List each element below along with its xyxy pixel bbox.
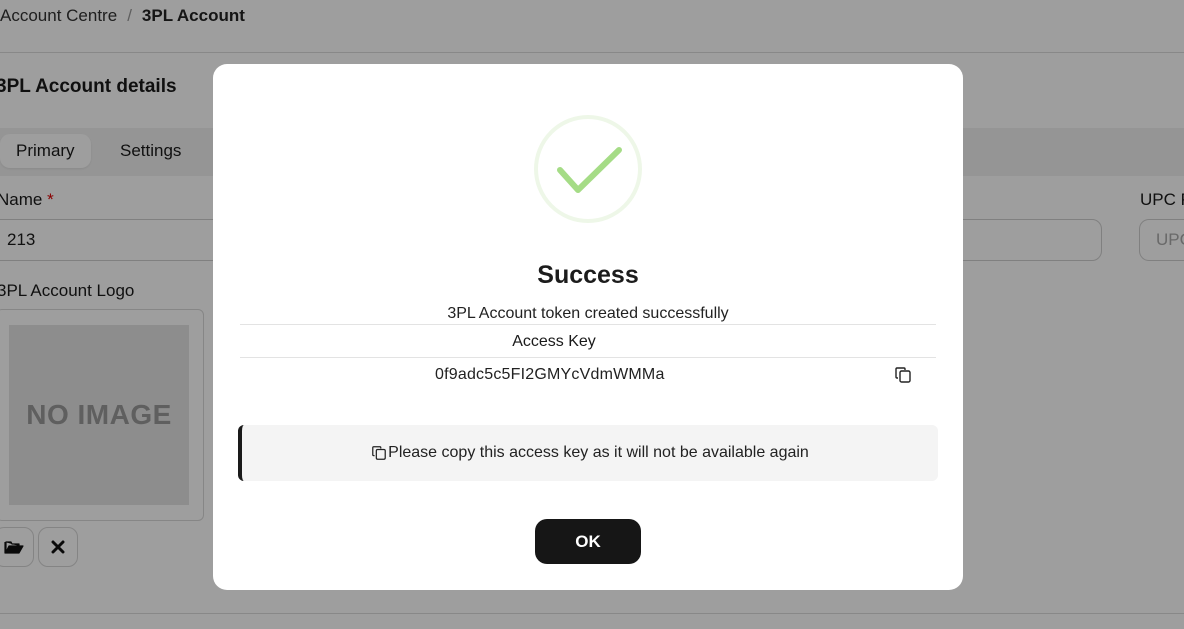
copy-icon[interactable] [894, 366, 912, 384]
success-modal: Success 3PL Account token created succes… [213, 64, 963, 590]
modal-title: Success [537, 261, 639, 289]
access-key-header-text: Access Key [512, 333, 596, 350]
copy-warning-text: Please copy this access key as it will n… [388, 444, 809, 461]
access-key-row: 0f9adc5c5FI2GMYcVdmWMMa [237, 358, 939, 392]
modal-message: 3PL Account token created successfully [447, 305, 729, 322]
ok-button[interactable]: OK [535, 519, 641, 564]
access-key-header: Access Key [240, 324, 936, 358]
copy-icon [372, 446, 387, 460]
copy-warning-notice: Please copy this access key as it will n… [238, 425, 938, 481]
success-checkmark-icon [534, 115, 642, 223]
access-key-value[interactable]: 0f9adc5c5FI2GMYcVdmWMMa [435, 358, 665, 392]
